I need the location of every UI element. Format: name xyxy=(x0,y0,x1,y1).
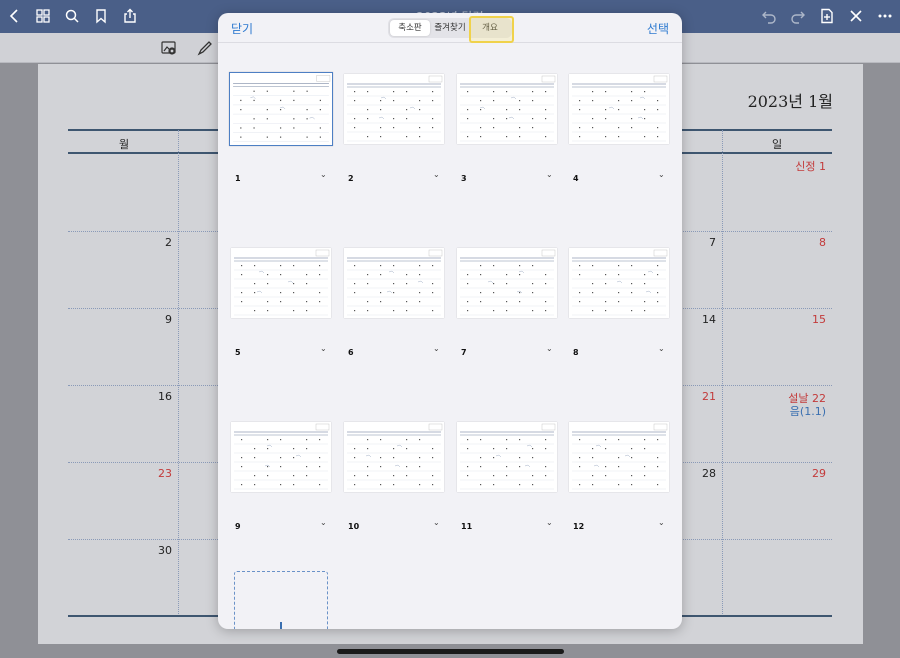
date-cell: 2 xyxy=(165,236,172,249)
page-number-label: 2 xyxy=(348,174,354,183)
chevron-down-icon[interactable]: ⌄ xyxy=(546,344,553,353)
pen-icon[interactable] xyxy=(195,38,215,58)
thumbnail-preview xyxy=(347,423,443,490)
page-thumbnail[interactable] xyxy=(229,72,333,146)
page-number-label: 9 xyxy=(235,522,241,531)
thumbnail-preview xyxy=(572,75,668,142)
page-thumbnail[interactable] xyxy=(231,248,331,318)
page-number-label: 8 xyxy=(573,348,579,357)
page-number-label: 3 xyxy=(461,174,467,183)
tab-thumbnails[interactable]: 축소판 xyxy=(390,20,430,36)
page-thumbnail[interactable] xyxy=(457,422,557,492)
page-thumbnail[interactable] xyxy=(457,74,557,144)
thumbnail-preview xyxy=(347,249,443,316)
add-page-icon[interactable] xyxy=(816,5,838,27)
page-number-label: 11 xyxy=(461,522,473,531)
date-cell: 7 xyxy=(709,236,716,249)
new-page-placeholder[interactable] xyxy=(234,571,328,629)
date-cell: 9 xyxy=(165,313,172,326)
lunar-date: 음(1.1) xyxy=(789,405,826,418)
date-cell: 29 xyxy=(812,467,826,480)
view-segmented-control: 축소판 즐겨찾기 개요 xyxy=(388,18,512,38)
thumbnail-preview xyxy=(460,423,556,490)
page-number-label: 5 xyxy=(235,348,241,357)
page-number-label: 12 xyxy=(573,522,585,531)
date-cell: 14 xyxy=(702,313,716,326)
grid-icon[interactable] xyxy=(32,5,54,27)
chevron-down-icon[interactable]: ⌄ xyxy=(320,518,327,527)
page-number-label: 7 xyxy=(461,348,467,357)
chevron-down-icon[interactable]: ⌄ xyxy=(320,170,327,179)
page-thumbnail[interactable] xyxy=(569,248,669,318)
chevron-down-icon[interactable]: ⌄ xyxy=(433,518,440,527)
page-thumbnail[interactable] xyxy=(457,248,557,318)
redo-icon[interactable] xyxy=(787,5,809,27)
page-thumbnail[interactable] xyxy=(344,248,444,318)
insertion-cursor xyxy=(280,622,282,629)
page-thumbnail[interactable] xyxy=(231,422,331,492)
select-button[interactable]: 선택 xyxy=(647,20,669,37)
date-cell: 신정 1 xyxy=(795,160,826,173)
thumbnail-preview xyxy=(460,249,556,316)
thumbnail-preview xyxy=(460,75,556,142)
search-icon[interactable] xyxy=(61,5,83,27)
page-number-label: 1 xyxy=(235,174,241,183)
thumbnail-preview xyxy=(572,249,668,316)
page-overview-modal: 닫기 축소판 즐겨찾기 개요 선택 1 ⌄ 2 ⌄ 3 ⌄ 4 ⌄ 5 ⌄ 6 ⌄ 7 ⌄ 8 ⌄ 9 ⌄ 10 ⌄ 1… xyxy=(218,13,682,629)
page-thumbnail[interactable] xyxy=(344,74,444,144)
home-indicator xyxy=(337,649,564,654)
page-number-label: 6 xyxy=(348,348,354,357)
chevron-down-icon[interactable]: ⌄ xyxy=(658,170,665,179)
more-icon[interactable] xyxy=(874,5,896,27)
thumbnail-preview xyxy=(234,423,330,490)
thumbnail-preview xyxy=(233,75,331,142)
column-divider xyxy=(722,130,723,614)
day-header-sun: 일 xyxy=(772,138,783,151)
share-icon[interactable] xyxy=(119,5,141,27)
page-thumbnail[interactable] xyxy=(344,422,444,492)
chevron-down-icon[interactable]: ⌄ xyxy=(658,518,665,527)
month-title: 2023년 1월 xyxy=(747,92,833,111)
chevron-down-icon[interactable]: ⌄ xyxy=(320,344,327,353)
close-icon[interactable] xyxy=(845,5,867,27)
undo-icon[interactable] xyxy=(758,5,780,27)
page-number-label: 4 xyxy=(573,174,579,183)
lasso-image-icon[interactable] xyxy=(159,38,179,58)
page-number-label: 10 xyxy=(348,522,360,531)
chevron-down-icon[interactable]: ⌄ xyxy=(433,344,440,353)
chevron-down-icon[interactable]: ⌄ xyxy=(433,170,440,179)
date-cell: 16 xyxy=(158,390,172,403)
back-chevron-icon[interactable] xyxy=(4,5,26,27)
thumbnail-preview xyxy=(234,249,330,316)
modal-header: 닫기 축소판 즐겨찾기 개요 선택 xyxy=(218,13,682,43)
thumbnail-preview xyxy=(572,423,668,490)
date-cell: 23 xyxy=(158,467,172,480)
tab-outline[interactable]: 개요 xyxy=(470,20,510,36)
page-thumbnail[interactable] xyxy=(569,422,669,492)
chevron-down-icon[interactable]: ⌄ xyxy=(546,170,553,179)
thumbnail-preview xyxy=(347,75,443,142)
date-cell: 15 xyxy=(812,313,826,326)
chevron-down-icon[interactable]: ⌄ xyxy=(546,518,553,527)
bookmark-icon[interactable] xyxy=(90,5,112,27)
date-cell: 28 xyxy=(702,467,716,480)
date-cell: 30 xyxy=(158,544,172,557)
tab-favorites[interactable]: 즐겨찾기 xyxy=(430,20,470,36)
close-button[interactable]: 닫기 xyxy=(231,20,253,37)
date-cell: 21 xyxy=(702,390,716,403)
date-cell: 8 xyxy=(819,236,826,249)
page-thumbnail[interactable] xyxy=(569,74,669,144)
chevron-down-icon[interactable]: ⌄ xyxy=(658,344,665,353)
day-header-mon: 월 xyxy=(119,138,130,151)
column-divider xyxy=(178,130,179,614)
